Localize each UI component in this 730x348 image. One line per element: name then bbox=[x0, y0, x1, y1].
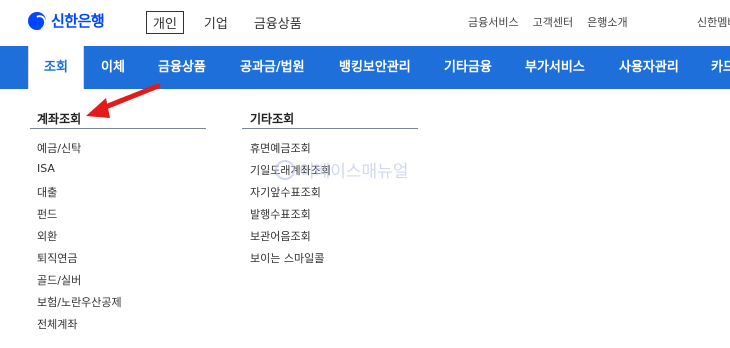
other-title-divider bbox=[242, 128, 418, 129]
link-issued-check[interactable]: 발행수표조회 bbox=[250, 206, 311, 222]
nav-extra-services[interactable]: 부가서비스 bbox=[525, 46, 585, 89]
link-cashier-check[interactable]: 자기앞수표조회 bbox=[250, 184, 321, 200]
link-bank-intro[interactable]: 은행소개 bbox=[587, 14, 627, 30]
link-customer-center[interactable]: 고객센터 bbox=[533, 14, 573, 30]
link-loan[interactable]: 대출 bbox=[37, 184, 57, 200]
nav-user-management[interactable]: 사용자관리 bbox=[619, 46, 679, 89]
other-inquiry-title[interactable]: 기타조회 bbox=[250, 110, 294, 127]
watermark: 이베이스매뉴얼 bbox=[275, 157, 408, 182]
annotation-arrow-icon bbox=[86, 83, 161, 118]
nav-inquiry[interactable]: 조회 bbox=[28, 46, 84, 89]
customer-segment-tabs: 개인 기업 금융상품 bbox=[146, 11, 308, 34]
logo[interactable]: 신한은행 bbox=[28, 10, 105, 31]
top-header: 신한은행 개인 기업 금융상품 금융서비스 고객센터 은행소개 신한멤버 bbox=[0, 0, 730, 44]
nav-banking-security[interactable]: 뱅킹보안관리 bbox=[339, 46, 411, 89]
watermark-logo-icon bbox=[275, 159, 295, 180]
link-isa[interactable]: ISA bbox=[37, 162, 55, 175]
nav-products[interactable]: 금융상품 bbox=[158, 46, 206, 89]
link-bill-custody[interactable]: 보관어음조회 bbox=[250, 228, 311, 244]
link-fund[interactable]: 펀드 bbox=[37, 206, 57, 222]
segment-personal[interactable]: 개인 bbox=[146, 11, 184, 34]
link-insurance[interactable]: 보험/노란우산공제 bbox=[37, 294, 122, 310]
segment-financial-products[interactable]: 금융상품 bbox=[248, 11, 308, 34]
segment-corporate[interactable]: 기업 bbox=[198, 11, 234, 34]
brand-name: 신한은행 bbox=[51, 12, 105, 30]
link-retirement-pension[interactable]: 퇴직연금 bbox=[37, 250, 77, 266]
link-foreign-exchange[interactable]: 외환 bbox=[37, 228, 57, 244]
link-all-accounts[interactable]: 전체계좌 bbox=[37, 316, 77, 332]
utility-links: 금융서비스 고객센터 은행소개 bbox=[468, 14, 628, 30]
link-visible-smile-call[interactable]: 보이는 스마일콜 bbox=[250, 250, 324, 266]
account-title-divider bbox=[30, 128, 206, 129]
link-dormant-deposit[interactable]: 휴면예금조회 bbox=[250, 140, 311, 156]
nav-card[interactable]: 카드 bbox=[711, 46, 730, 89]
shinhan-logo-icon bbox=[28, 11, 46, 30]
account-inquiry-title[interactable]: 계좌조회 bbox=[37, 110, 81, 127]
nav-other-finance[interactable]: 기타금융 bbox=[444, 46, 492, 89]
link-gold-silver[interactable]: 골드/실버 bbox=[37, 272, 81, 288]
link-financial-services[interactable]: 금융서비스 bbox=[468, 14, 519, 30]
nav-utilities-court[interactable]: 공과금/법원 bbox=[240, 46, 305, 89]
watermark-text: 이베이스매뉴얼 bbox=[299, 162, 409, 182]
link-deposit-trust[interactable]: 예금/신탁 bbox=[37, 140, 81, 156]
member-link[interactable]: 신한멤버 bbox=[697, 14, 730, 30]
